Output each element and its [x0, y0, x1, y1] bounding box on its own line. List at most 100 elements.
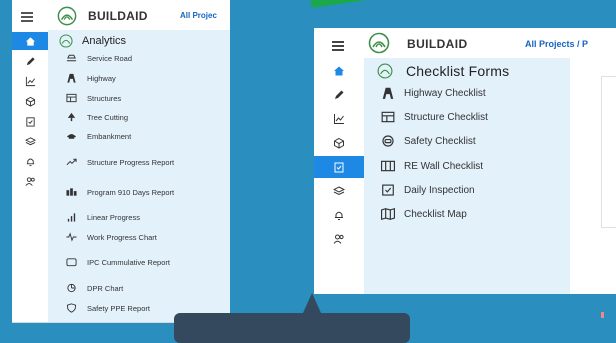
buildaid-logo-icon — [57, 6, 77, 26]
menu-title-label: Checklist Forms — [406, 63, 510, 79]
menu-item-safety-checklist[interactable]: Safety Checklist — [364, 131, 570, 151]
safety-icon — [380, 134, 396, 148]
rail-layers[interactable] — [12, 132, 48, 150]
menu-item-embankment[interactable]: Embankment — [48, 130, 230, 142]
rail-clipboard[interactable] — [314, 156, 364, 178]
chart-icon — [25, 76, 35, 86]
menu-item-label: Safety PPE Report — [87, 303, 150, 313]
brand-name: BUILDAID — [407, 37, 468, 51]
menu-item-re-wall-checklist[interactable]: RE Wall Checklist — [364, 156, 570, 176]
menu-item-label: Tree Cutting — [87, 112, 128, 122]
menu-item-structures[interactable]: Structures — [48, 92, 230, 104]
dpr-icon — [64, 282, 78, 294]
menu-item-label: RE Wall Checklist — [404, 160, 484, 172]
ipc-icon — [64, 256, 78, 268]
highway-icon — [64, 72, 78, 84]
menu-item-label: Checklist Map — [404, 208, 467, 220]
rail-cube[interactable] — [314, 132, 364, 154]
menu-item-structure-checklist[interactable]: Structure Checklist — [364, 107, 570, 127]
brand-name: BUILDAID — [88, 9, 148, 23]
rail-clipboard[interactable] — [12, 112, 48, 130]
rail-home[interactable] — [314, 60, 364, 82]
clipboard-icon — [25, 116, 35, 127]
clipboard-check-icon — [380, 183, 396, 197]
analytics-menu: Analytics Service Road Highway Structure… — [48, 30, 230, 322]
checklist-panel: BUILDAID All Projects / P Checklist Form… — [314, 28, 616, 318]
rail-home[interactable] — [12, 32, 48, 50]
pencil-icon — [335, 90, 344, 99]
pencil-icon — [26, 56, 35, 65]
green-highlight-bar — [310, 0, 415, 8]
menu-item-label: IPC Cummulative Report — [87, 257, 170, 267]
trend-icon — [64, 156, 78, 168]
users-icon — [25, 176, 35, 186]
menu-item-label: Structure Checklist — [404, 111, 488, 123]
menu-item-label: Embankment — [87, 131, 132, 141]
menu-title: Analytics — [58, 32, 126, 50]
shield-icon — [64, 302, 78, 314]
cube-icon — [25, 96, 35, 107]
map-icon — [380, 207, 396, 221]
home-icon — [25, 36, 35, 46]
tree-icon — [64, 111, 78, 123]
structure-icon — [64, 92, 78, 104]
layers-icon — [333, 186, 345, 196]
rail-bell[interactable] — [314, 204, 364, 226]
analytics-panel: BUILDAID All Projec Analytics Service Ro… — [12, 0, 230, 323]
rail-chart[interactable] — [314, 108, 364, 130]
menu-item-linear-progress[interactable]: Linear Progress — [48, 211, 230, 223]
rail-cube[interactable] — [12, 92, 48, 110]
layers-icon — [24, 136, 36, 145]
menu-item-label: DPR Chart — [87, 283, 124, 293]
menu-item-label: Highway Checklist — [404, 87, 486, 99]
right-header: BUILDAID All Projects / P — [314, 28, 616, 59]
hamburger-icon[interactable] — [21, 12, 33, 22]
menu-item-label: Structures — [87, 93, 122, 103]
main-content-area — [570, 58, 616, 318]
embankment-icon — [64, 130, 78, 142]
menu-item-highway-checklist[interactable]: Highway Checklist — [364, 83, 570, 103]
rail-pencil[interactable] — [12, 52, 48, 70]
buildaid-logo-icon — [368, 32, 390, 54]
rail-users[interactable] — [314, 228, 364, 250]
menu-item-highway[interactable]: Highway — [48, 72, 230, 84]
menu-item-daily-inspection[interactable]: Daily Inspection — [364, 180, 570, 200]
bell-icon — [335, 211, 343, 220]
home-icon — [334, 66, 344, 76]
menu-item-label: Linear Progress — [87, 212, 140, 222]
menu-item-program-910-days-report[interactable]: Program 910 Days Report — [48, 181, 230, 203]
menu-item-label: Structure Progress Report — [87, 157, 175, 167]
tooltip-arrow — [303, 293, 321, 313]
wall-icon — [380, 159, 396, 173]
menu-item-dpr-chart[interactable]: DPR Chart — [48, 282, 230, 294]
rail-users[interactable] — [12, 172, 48, 190]
buildaid-logo-icon — [377, 63, 393, 79]
rail-pencil[interactable] — [314, 84, 364, 106]
menu-item-structure-progress-report[interactable]: Structure Progress Report — [48, 151, 230, 173]
bell-icon — [26, 158, 34, 166]
menu-item-service-road[interactable]: Service Road — [48, 52, 230, 64]
menu-item-tree-cutting[interactable]: Tree Cutting — [48, 111, 230, 123]
menu-item-label: Service Road — [87, 53, 133, 63]
hamburger-icon[interactable] — [332, 41, 344, 51]
road-icon — [64, 52, 78, 64]
menu-item-work-progress-chart[interactable]: Work Progress Chart — [48, 231, 230, 243]
left-header: BUILDAID All Projec — [12, 0, 230, 30]
tooltip-box — [174, 313, 410, 343]
rail-bell[interactable] — [12, 152, 48, 170]
menu-item-label: Work Progress Chart — [87, 232, 157, 242]
buildaid-logo-icon — [59, 34, 73, 48]
right-icon-rail — [314, 58, 364, 294]
bars-icon — [64, 211, 78, 223]
rail-layers[interactable] — [314, 180, 364, 202]
structure-icon — [380, 110, 396, 124]
menu-item-ipc-cummulative-report[interactable]: IPC Cummulative Report — [48, 251, 230, 273]
content-marker — [601, 312, 604, 318]
menu-item-label: Safety Checklist — [404, 135, 476, 147]
menu-item-checklist-map[interactable]: Checklist Map — [364, 204, 570, 224]
menu-item-label: Highway — [87, 73, 116, 83]
all-projects-link[interactable]: All Projec — [180, 11, 230, 20]
rail-chart[interactable] — [12, 72, 48, 90]
all-projects-breadcrumb[interactable]: All Projects / P — [525, 39, 616, 49]
left-icon-rail — [12, 30, 48, 322]
